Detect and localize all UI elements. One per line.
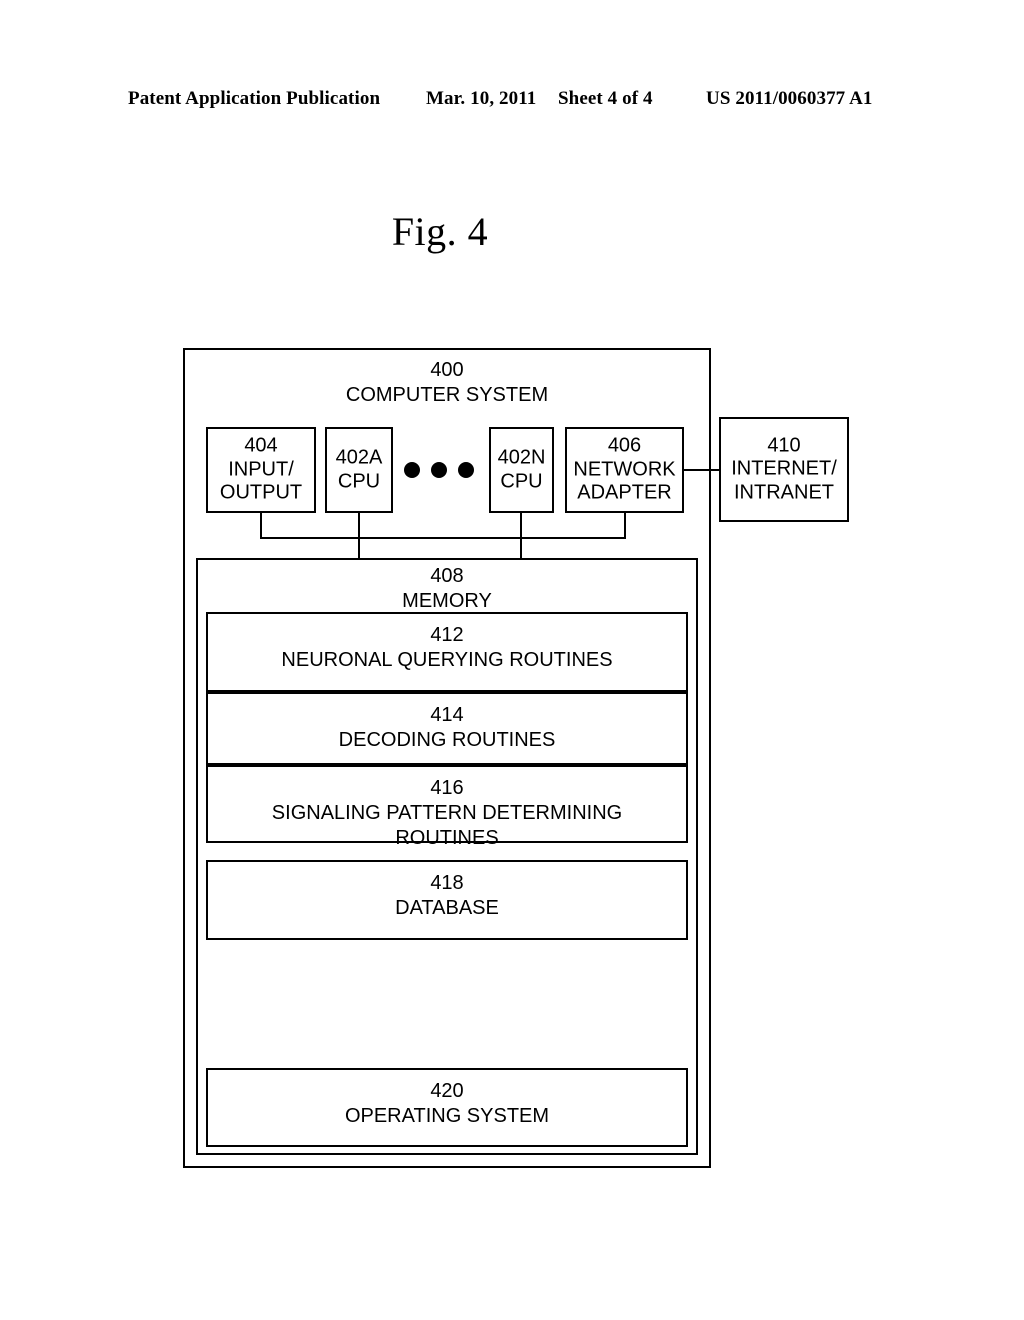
cpu-n-number: 402N xyxy=(497,446,546,469)
computer-system-number: 400 xyxy=(430,359,464,381)
signaling-pattern-determining-routines-text: 416 SIGNALING PATTERN DETERMINING ROUTIN… xyxy=(208,776,686,852)
decoding-routines-label: DECODING ROUTINES xyxy=(338,729,556,752)
connector-system-bus xyxy=(260,537,626,539)
ellipsis-dot-icon xyxy=(458,462,474,478)
cpu-n-label: CPU xyxy=(500,470,543,492)
decoding-routines-text: 414 DECODING ROUTINES xyxy=(208,703,686,753)
neuronal-querying-routines-number: 412 xyxy=(430,624,464,646)
network-adapter-text: 406 NETWORK ADAPTER xyxy=(567,435,682,506)
signaling-pattern-determining-routines-box: 416 SIGNALING PATTERN DETERMINING ROUTIN… xyxy=(206,765,688,849)
computer-system-label: COMPUTER SYSTEM xyxy=(345,384,549,407)
network-adapter-number: 406 xyxy=(607,434,642,457)
cpu-a-number: 402A xyxy=(335,446,383,469)
operating-system-box: 420 OPERATING SYSTEM xyxy=(206,1068,688,1147)
figure-diagram: 400 COMPUTER SYSTEM 404 INPUT/ OUTPUT 40… xyxy=(0,0,1024,1320)
memory-title: 408 MEMORY xyxy=(196,564,698,614)
cpu-a-box: 402A CPU xyxy=(325,427,393,513)
cpu-n-box: 402N CPU xyxy=(489,427,554,513)
input-output-label: INPUT/ OUTPUT xyxy=(219,458,303,504)
ellipsis-dot-icon xyxy=(404,462,420,478)
neuronal-querying-routines-box: 412 NEURONAL QUERYING ROUTINES xyxy=(206,612,688,692)
connector-network-stub xyxy=(624,513,626,539)
database-number: 418 xyxy=(430,872,464,894)
signaling-pattern-determining-routines-number: 416 xyxy=(430,777,464,799)
input-output-box: 404 INPUT/ OUTPUT xyxy=(206,427,316,513)
operating-system-text: 420 OPERATING SYSTEM xyxy=(208,1079,686,1129)
input-output-number: 404 xyxy=(244,434,278,457)
cpu-n-text: 402N CPU xyxy=(491,446,552,493)
cpu-ellipsis-icon xyxy=(404,462,474,480)
connector-io-stub xyxy=(260,513,262,539)
database-box: 418 DATABASE xyxy=(206,860,688,940)
signaling-pattern-determining-routines-label: SIGNALING PATTERN DETERMINING ROUTINES xyxy=(271,802,623,850)
operating-system-label: OPERATING SYSTEM xyxy=(344,1105,550,1128)
decoding-routines-number: 414 xyxy=(430,704,464,726)
internet-intranet-text: 410 INTERNET/ INTRANET xyxy=(721,434,847,505)
cpu-a-text: 402A CPU xyxy=(327,446,391,493)
memory-label: MEMORY xyxy=(402,590,492,613)
decoding-routines-box: 414 DECODING ROUTINES xyxy=(206,692,688,765)
neuronal-querying-routines-label: NEURONAL QUERYING ROUTINES xyxy=(281,649,613,672)
internet-intranet-number: 410 xyxy=(767,434,801,457)
ellipsis-dot-icon xyxy=(431,462,447,478)
computer-system-title: 400 COMPUTER SYSTEM xyxy=(183,358,711,408)
network-adapter-box: 406 NETWORK ADAPTER xyxy=(565,427,684,513)
connector-network-to-internet xyxy=(684,469,720,471)
input-output-text: 404 INPUT/ OUTPUT xyxy=(208,435,314,506)
memory-number: 408 xyxy=(430,565,464,587)
database-label: DATABASE xyxy=(395,897,499,920)
internet-intranet-label: INTERNET/ INTRANET xyxy=(731,457,837,504)
database-text: 418 DATABASE xyxy=(208,871,686,921)
cpu-a-label: CPU xyxy=(337,470,381,492)
neuronal-querying-routines-text: 412 NEURONAL QUERYING ROUTINES xyxy=(208,623,686,673)
internet-intranet-box: 410 INTERNET/ INTRANET xyxy=(719,417,849,522)
network-adapter-label: NETWORK ADAPTER xyxy=(573,458,676,504)
operating-system-number: 420 xyxy=(430,1080,464,1102)
